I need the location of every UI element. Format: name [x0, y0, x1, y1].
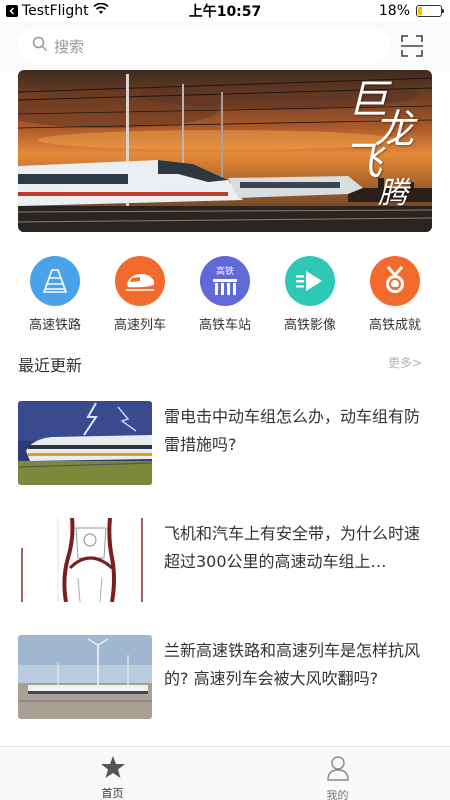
category-high-speed-station[interactable]: 高铁 高铁车站	[186, 256, 264, 336]
category-label: 高速列车	[113, 318, 166, 333]
scan-icon[interactable]	[400, 34, 424, 58]
category-grid: 高速铁路 高速列车 高铁 高铁车站 高铁影像 高铁成就	[0, 256, 450, 336]
search-area: 搜索	[0, 22, 450, 72]
tab-home[interactable]: 首页	[0, 747, 225, 800]
status-time: 上午10:57	[188, 4, 262, 20]
more-link[interactable]: 更多>	[388, 354, 422, 371]
station-badge: 高铁	[215, 267, 234, 277]
tab-mine[interactable]: 我的	[225, 747, 450, 800]
status-right: 18%	[300, 3, 450, 19]
search-input[interactable]: 搜索	[18, 28, 390, 64]
wifi-icon	[93, 2, 109, 19]
category-high-speed-achievement[interactable]: 高铁成就	[356, 256, 434, 336]
search-icon	[32, 36, 48, 56]
news-title: 雷电击中动车组怎么办，动车组有防雷措施吗?	[164, 407, 421, 454]
back-to-app-icon[interactable]	[6, 5, 18, 17]
news-item[interactable]: 雷电击中动车组怎么办，动车组有防雷措施吗?	[18, 401, 432, 487]
category-label: 高速铁路	[28, 318, 81, 333]
category-high-speed-train[interactable]: 高速列车	[101, 256, 179, 336]
section-title: 最近更新	[18, 356, 83, 375]
battery-fill	[418, 7, 422, 15]
search-placeholder: 搜索	[54, 37, 85, 56]
battery-percent: 18%	[378, 3, 410, 19]
status-left: TestFlight	[0, 2, 150, 19]
banner-slogan: 巨 龙 飞 腾	[342, 80, 414, 214]
train-icon	[115, 256, 165, 306]
category-high-speed-railway[interactable]: 高速铁路	[16, 256, 94, 336]
battery-icon	[416, 5, 444, 17]
category-label: 高铁车站	[198, 318, 251, 333]
news-item[interactable]: 兰新高速铁路和高速列车是怎样抗风的? 高速列车会被大风吹翻吗?	[18, 635, 432, 721]
category-label: 高铁影像	[283, 318, 336, 333]
station-icon: 高铁	[200, 256, 250, 306]
tab-mine-label: 我的	[326, 789, 349, 800]
user-icon	[326, 755, 350, 785]
railway-icon	[30, 256, 80, 306]
news-item[interactable]: 飞机和汽车上有安全带，为什么时速超过300公里的高速动车组上…	[18, 518, 432, 604]
tab-home-label: 首页	[101, 787, 124, 800]
star-icon	[100, 755, 126, 783]
banner-carousel[interactable]: 巨 龙 飞 腾	[18, 70, 432, 232]
category-high-speed-video[interactable]: 高铁影像	[271, 256, 349, 336]
medal-icon	[370, 256, 420, 306]
news-thumbnail	[18, 518, 152, 602]
category-label: 高铁成就	[368, 318, 421, 333]
news-title: 兰新高速铁路和高速列车是怎样抗风的? 高速列车会被大风吹翻吗?	[164, 641, 421, 688]
back-app-name[interactable]: TestFlight	[22, 3, 89, 19]
news-thumbnail	[18, 635, 152, 719]
status-bar: TestFlight 上午10:57 18%	[0, 0, 450, 22]
tab-bar: 首页 我的	[0, 746, 450, 800]
news-title: 飞机和汽车上有安全带，为什么时速超过300公里的高速动车组上…	[164, 524, 421, 571]
banner-slogan-line: 腾	[378, 176, 408, 211]
video-play-icon	[285, 256, 335, 306]
news-thumbnail	[18, 401, 152, 485]
